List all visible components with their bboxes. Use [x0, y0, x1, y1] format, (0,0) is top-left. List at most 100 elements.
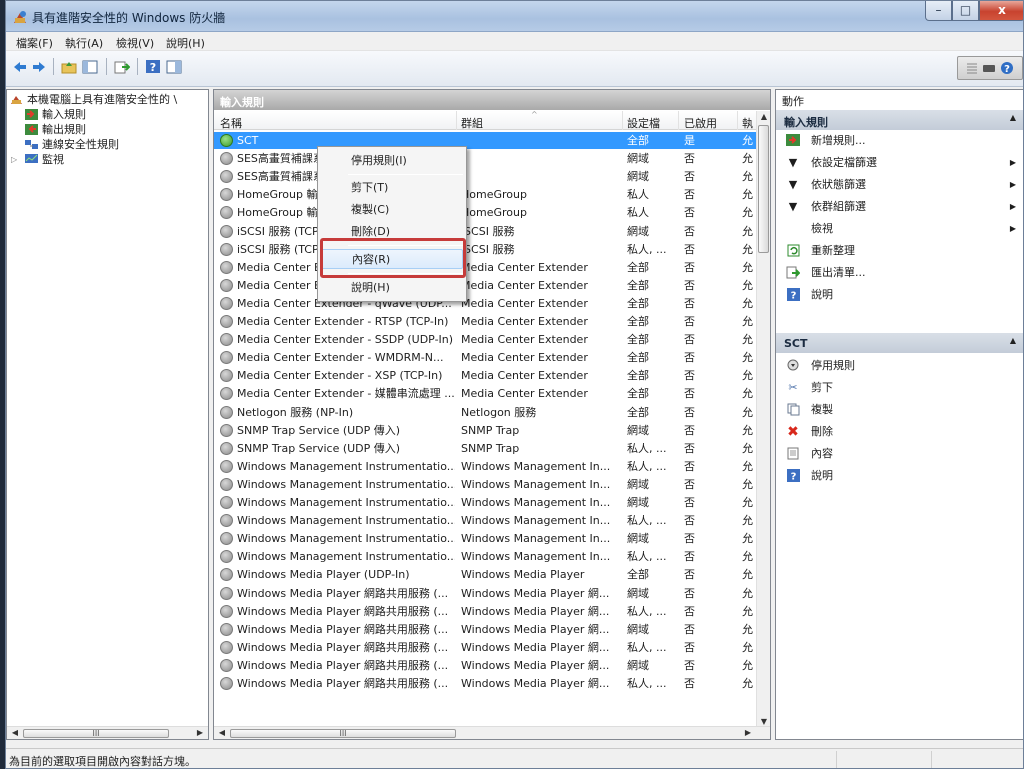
- table-row[interactable]: Media Center Extender - SSDP (UDP-In) Med…: [214, 331, 759, 348]
- scroll-right-icon[interactable]: ▶: [194, 728, 206, 739]
- up-level-button[interactable]: [60, 58, 78, 75]
- col-name[interactable]: 名稱: [220, 115, 242, 131]
- table-row[interactable]: Windows Management Instrumentatio... Wind…: [214, 512, 759, 529]
- action-filter-group[interactable]: ▼ 依群組篩選 ▶: [776, 196, 1023, 218]
- table-row[interactable]: Windows Management Instrumentatio... Wind…: [214, 494, 759, 511]
- table-row[interactable]: Windows Media Player 網路共用服務 (... Windows …: [214, 639, 759, 656]
- rules-horizontal-scrollbar[interactable]: ◀ III ▶: [214, 726, 770, 739]
- action-help[interactable]: ? 說明: [776, 284, 1023, 306]
- scroll-left-icon[interactable]: ◀: [9, 728, 21, 739]
- table-row[interactable]: Windows Management Instrumentatio... Wind…: [214, 530, 759, 547]
- scroll-up-icon[interactable]: ▲: [758, 112, 770, 121]
- col-enabled[interactable]: 已啟用: [684, 115, 717, 131]
- action-view[interactable]: 檢視 ▶: [776, 218, 1023, 240]
- action-copy[interactable]: 複製: [776, 399, 1023, 421]
- table-row[interactable]: Windows Media Player 網路共用服務 (... Windows …: [214, 657, 759, 674]
- table-row[interactable]: SES高畫質補課系 網域否允: [214, 150, 759, 167]
- collapse-caret-icon[interactable]: ▲: [1010, 336, 1016, 345]
- help-button[interactable]: ?: [144, 58, 162, 75]
- table-row[interactable]: Windows Media Player 網路共用服務 (... Windows …: [214, 585, 759, 602]
- col-profile[interactable]: 設定檔: [627, 115, 660, 131]
- action-filter-profile[interactable]: ▼ 依設定檔篩選 ▶: [776, 152, 1023, 174]
- action-pane-button[interactable]: [165, 58, 183, 75]
- table-row[interactable]: SCT 全部是允: [214, 132, 759, 149]
- back-button[interactable]: [12, 58, 28, 75]
- actions-section-inbound[interactable]: 輸入規則 ▲: [776, 110, 1023, 130]
- table-row[interactable]: Netlogon 服務 (NP-In) Netlogon 服務 全部 否 允: [214, 404, 759, 421]
- action-filter-state[interactable]: ▼ 依狀態篩選 ▶: [776, 174, 1023, 196]
- ctx-help[interactable]: 說明(H): [321, 278, 463, 298]
- rule-profile: 網域: [627, 170, 649, 184]
- table-row[interactable]: Media Center Ex Media Center Extender 全部否允: [214, 259, 759, 276]
- tree-item-outbound[interactable]: 輸出規則: [25, 122, 86, 136]
- rule-action: 允: [742, 441, 753, 455]
- menu-help[interactable]: 說明(H): [166, 35, 205, 51]
- table-row[interactable]: SES高畫質補課系 網域否允: [214, 168, 759, 185]
- action-refresh[interactable]: 重新整理: [776, 240, 1023, 262]
- collapse-caret-icon[interactable]: ▲: [1010, 113, 1016, 122]
- table-row[interactable]: iSCSI 服務 (TCP-iSCSI 服務 網域否允: [214, 223, 759, 240]
- tree-root-label: 本機電腦上具有進階安全性的 \: [27, 93, 178, 106]
- action-new-rule[interactable]: 新增規則...: [776, 130, 1023, 152]
- scroll-thumb[interactable]: III: [230, 729, 456, 738]
- table-row[interactable]: Media Center Extender - XSP (TCP-In) Medi…: [214, 367, 759, 384]
- table-row[interactable]: Windows Management Instrumentatio... Wind…: [214, 458, 759, 475]
- tree-horizontal-scrollbar[interactable]: ◀ III ▶: [7, 726, 208, 739]
- action-cut[interactable]: ✂ 剪下: [776, 377, 1023, 399]
- table-row[interactable]: Windows Management Instrumentatio... Wind…: [214, 548, 759, 565]
- export-button[interactable]: [113, 58, 131, 75]
- expand-chevron-icon[interactable]: ▷: [11, 155, 25, 164]
- ctx-cut[interactable]: 剪下(T): [321, 178, 463, 198]
- action-disable-rule[interactable]: 停用規則: [776, 355, 1023, 377]
- help-icon: ?: [786, 469, 800, 483]
- col-group[interactable]: 群組: [461, 115, 483, 131]
- action-export-list[interactable]: 匯出清單...: [776, 262, 1023, 284]
- table-row[interactable]: Windows Media Player (UDP-In) Windows Med…: [214, 566, 759, 583]
- maximize-button[interactable]: □: [952, 1, 979, 21]
- tree-item-connection-security[interactable]: 連線安全性規則: [25, 137, 119, 151]
- col-action[interactable]: 執: [742, 115, 753, 131]
- menu-action[interactable]: 執行(A): [65, 35, 103, 51]
- table-row[interactable]: Media Center Extender - WMDRM-N... Media …: [214, 349, 759, 366]
- table-row[interactable]: iSCSI 服務 (TCP-iSCSI 服務 私人, ... 否允: [214, 241, 759, 258]
- table-row[interactable]: Media Center Extender - RTSP (TCP-In) Med…: [214, 313, 759, 330]
- rule-disabled-icon: [220, 550, 233, 564]
- table-row[interactable]: SNMP Trap Service (UDP 傳入) SNMP Trap 網域 否 允: [214, 422, 759, 439]
- close-button[interactable]: x: [979, 1, 1023, 21]
- table-row[interactable]: Media Center Extender - qWave (TCP-...Me…: [214, 277, 759, 294]
- scroll-left-icon[interactable]: ◀: [216, 728, 228, 739]
- scroll-thumb[interactable]: [758, 125, 769, 253]
- action-delete[interactable]: ✖ 刪除: [776, 421, 1023, 443]
- ctx-copy[interactable]: 複製(C): [321, 200, 463, 220]
- table-row[interactable]: Media Center Extender - qWave (UDP... Med…: [214, 295, 759, 312]
- tree-root[interactable]: 本機電腦上具有進階安全性的 \: [10, 92, 177, 106]
- ctx-disable-rule[interactable]: 停用規則(I): [321, 151, 463, 171]
- scroll-down-icon[interactable]: ▼: [758, 717, 770, 726]
- table-row[interactable]: HomeGroup 輸入 HomeGroup 私人否允: [214, 204, 759, 221]
- rule-profile: 全部: [627, 260, 649, 274]
- table-row[interactable]: SNMP Trap Service (UDP 傳入) SNMP Trap 私人, .…: [214, 440, 759, 457]
- actions-header: 動作: [782, 95, 804, 108]
- table-row[interactable]: Windows Media Player 網路共用服務 (... Windows …: [214, 621, 759, 638]
- rules-vertical-scrollbar[interactable]: ▲ ▼: [756, 111, 770, 727]
- action-properties[interactable]: 內容: [776, 443, 1023, 465]
- table-row[interactable]: Windows Media Player 網路共用服務 (... Windows …: [214, 675, 759, 692]
- tree-item-monitoring[interactable]: ▷ 監視: [11, 152, 64, 166]
- rule-action: 允: [742, 260, 753, 274]
- table-row[interactable]: HomeGroup 輸入 HomeGroup 私人否允: [214, 186, 759, 203]
- help-toolbar-group[interactable]: ?: [957, 56, 1023, 80]
- tree-item-inbound[interactable]: 輸入規則: [25, 107, 86, 121]
- minimize-button[interactable]: –: [925, 1, 952, 21]
- menu-file[interactable]: 檔案(F): [16, 35, 53, 51]
- forward-button[interactable]: [31, 58, 47, 75]
- rule-disabled-icon: [220, 604, 233, 618]
- table-row[interactable]: Windows Management Instrumentatio... Wind…: [214, 476, 759, 493]
- scroll-right-icon[interactable]: ▶: [742, 728, 754, 739]
- table-row[interactable]: Media Center Extender - 媒體串流處理 ... Media …: [214, 385, 759, 402]
- scroll-thumb[interactable]: III: [23, 729, 169, 738]
- show-tree-button[interactable]: [81, 58, 99, 75]
- actions-section-selected[interactable]: SCT ▲: [776, 333, 1023, 353]
- menu-view[interactable]: 檢視(V): [116, 35, 154, 51]
- action-help-selected[interactable]: ? 說明: [776, 465, 1023, 487]
- table-row[interactable]: Windows Media Player 網路共用服務 (... Windows …: [214, 603, 759, 620]
